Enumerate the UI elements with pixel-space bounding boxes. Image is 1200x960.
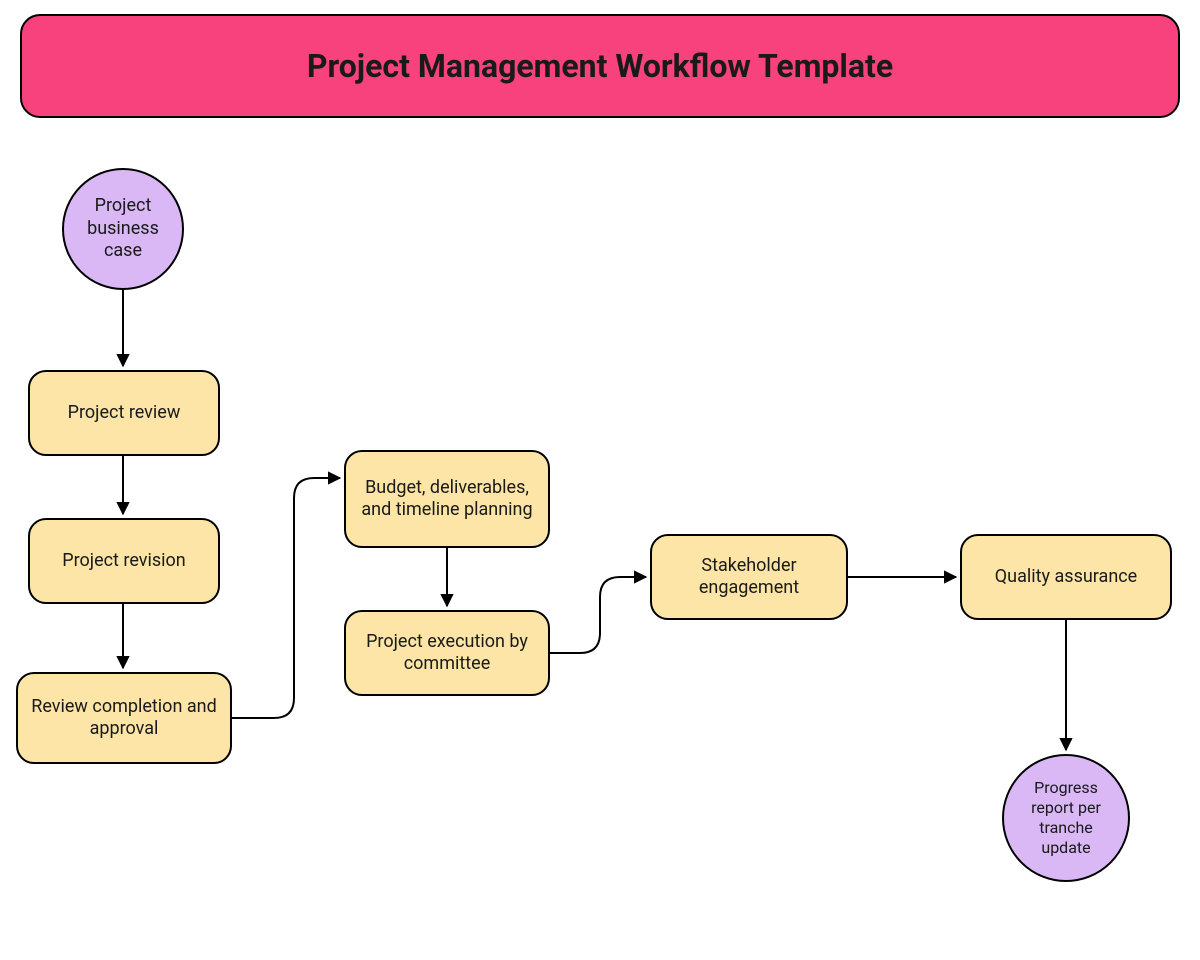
- node-label: Progress report per tranche update: [1014, 778, 1118, 858]
- edge-execution-to-stakeholder: [550, 577, 646, 653]
- node-label: Project review: [68, 402, 181, 425]
- node-label: Project business case: [74, 195, 172, 263]
- node-stakeholder-engagement[interactable]: Stakeholder engagement: [650, 534, 848, 620]
- diagram-title: Project Management Workflow Template: [307, 47, 893, 85]
- node-label: Project execution by committee: [356, 631, 538, 676]
- title-banner: Project Management Workflow Template: [20, 14, 1180, 118]
- edge-completion-to-planning: [232, 478, 340, 718]
- node-label: Review completion and approval: [28, 696, 220, 741]
- node-project-execution[interactable]: Project execution by committee: [344, 610, 550, 696]
- node-label: Quality assurance: [995, 566, 1137, 589]
- flowchart-canvas: Project Management Workflow Template Pro…: [0, 0, 1200, 960]
- node-project-review[interactable]: Project review: [28, 370, 220, 456]
- node-progress-report[interactable]: Progress report per tranche update: [1002, 754, 1130, 882]
- node-budget-planning[interactable]: Budget, deliverables, and timeline plann…: [344, 450, 550, 548]
- node-label: Stakeholder engagement: [662, 555, 836, 600]
- node-project-revision[interactable]: Project revision: [28, 518, 220, 604]
- node-label: Budget, deliverables, and timeline plann…: [356, 477, 538, 522]
- node-review-completion[interactable]: Review completion and approval: [16, 672, 232, 764]
- node-start[interactable]: Project business case: [62, 168, 184, 290]
- node-label: Project revision: [62, 550, 186, 573]
- node-quality-assurance[interactable]: Quality assurance: [960, 534, 1172, 620]
